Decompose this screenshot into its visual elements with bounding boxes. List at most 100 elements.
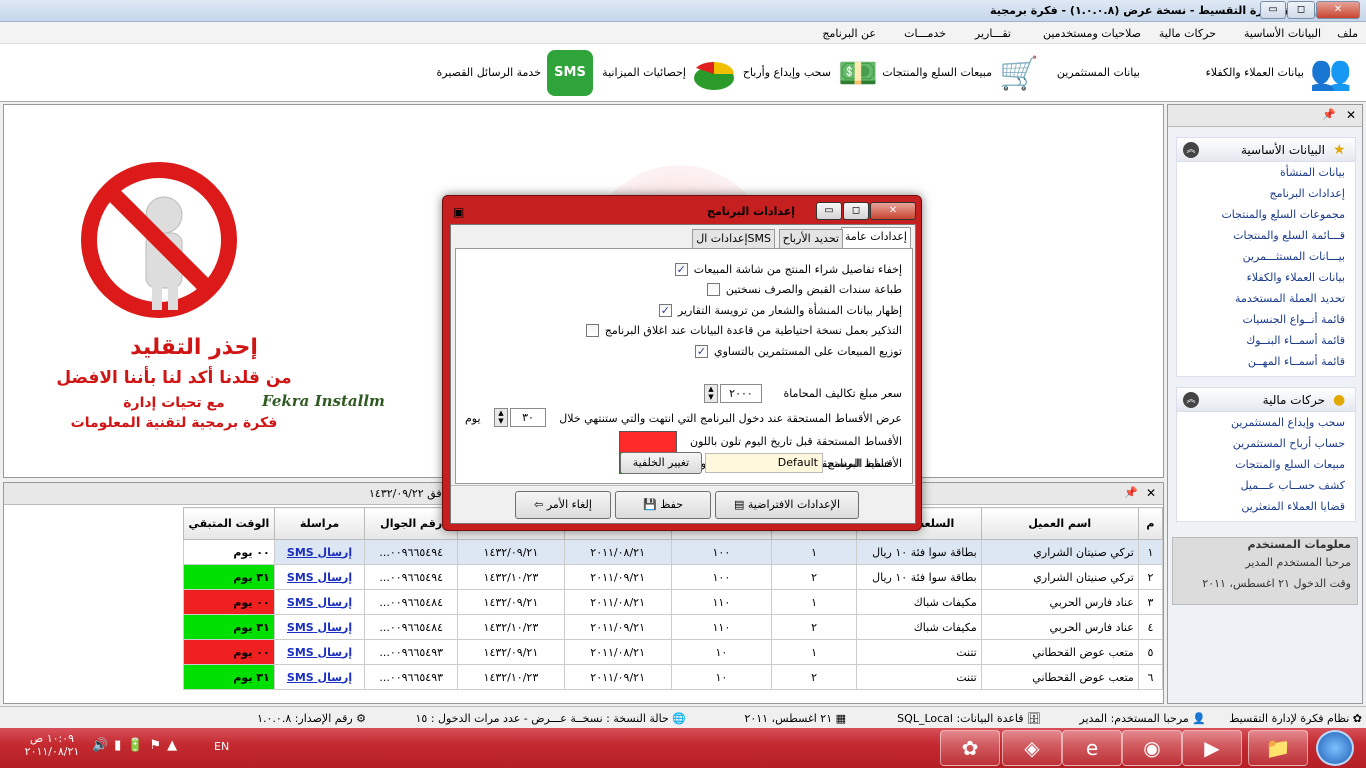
close-icon[interactable]: ✕ [1146, 486, 1156, 500]
menu-services[interactable]: خدمـــات [904, 27, 946, 40]
setting-label: التذكير بعمل نسخة احتياطية من قاعدة البي… [604, 324, 902, 337]
save-button[interactable]: 💾 حفظ [615, 491, 711, 519]
sidebar-basic-item-9[interactable]: قائمة أسمــاء المهــن [1177, 351, 1355, 372]
table-row[interactable]: ١ تركي صنيتان الشراري بطاقة سوا فئة ١٠ ريا… [183, 539, 1164, 565]
toolbar-withdraw-deposit[interactable]: 💵 سحب وإيداع وأرباح [740, 44, 885, 102]
taskbar-ie[interactable]: e [1062, 730, 1122, 766]
sidebar-basic-item-1[interactable]: إعدادات البرنامج [1177, 183, 1355, 204]
group-basic-data-header[interactable]: ★ البيانات الأساسية ︽ [1177, 138, 1355, 162]
taskbar-fekra[interactable]: ✿ [940, 730, 1000, 766]
taskbar-chrome[interactable]: ◉ [1122, 730, 1182, 766]
tab-sms-settings[interactable]: إعدادات الSMS [692, 229, 775, 249]
toolbar-sales[interactable]: 🛒 مبيعات السلع والمنتجات [882, 44, 1048, 102]
group-financial-header[interactable]: ● حركات مالية ︽ [1177, 388, 1355, 412]
due-days-spinner[interactable]: ▲ ▼ [494, 408, 508, 427]
setting-checkbox-row-3[interactable]: التذكير بعمل نسخة احتياطية من قاعدة البي… [585, 321, 902, 341]
warning-line-2: مع تحيات إدارة [123, 395, 225, 411]
language-indicator[interactable]: EN [214, 740, 229, 753]
defaults-button[interactable]: ▤ الإعدادات الافتراضية [715, 491, 859, 519]
column-header-9[interactable]: الوقت المتبقي [183, 507, 275, 540]
sidebar-basic-item-6[interactable]: تحديد العملة المستخدمة [1177, 288, 1355, 309]
taskbar-vs[interactable]: ◈ [1002, 730, 1062, 766]
cell-sms[interactable]: إرسال SMS [273, 589, 366, 615]
menu-permissions[interactable]: صلاحيات ومستخدمين [1043, 27, 1141, 40]
checked-checkbox[interactable]: ✓ [658, 303, 672, 317]
legal-fee-input[interactable]: ٢٠٠٠ [720, 384, 762, 403]
menu-file[interactable]: ملف [1337, 27, 1358, 40]
cell-n: ٦ [1137, 664, 1164, 690]
before-today-color[interactable] [619, 431, 677, 453]
tab-general-settings[interactable]: إعدادات عامة [841, 227, 911, 249]
unchecked-checkbox[interactable] [706, 283, 720, 296]
clock[interactable]: ١٠:٠٩ ص ٢٠١١/٠٨/٢١ [22, 732, 82, 758]
cell-sms[interactable]: إرسال SMS [273, 564, 366, 590]
collapse-icon[interactable]: ︽ [1183, 392, 1199, 408]
cell-name: عناد فارس الحربي [980, 614, 1139, 640]
cell-rem: ٣١ يوم [183, 564, 275, 590]
menu-financial[interactable]: حركات مالية [1159, 27, 1216, 40]
legal-fee-spinner[interactable]: ▲ ▼ [704, 384, 718, 403]
dialog-close-button[interactable]: ✕ [870, 202, 916, 220]
toolbar-customers[interactable]: 👥 بيانات العملاء والكفلاء [1146, 44, 1366, 102]
sidebar-financial-item-2[interactable]: مبيعات السلع والمنتجات [1177, 454, 1355, 475]
change-background-button[interactable]: تغيير الخلفية [620, 452, 702, 474]
sidebar-basic-item-7[interactable]: قائمة أنــواع الجنسيات [1177, 309, 1355, 330]
menu-basic-data[interactable]: البيانات الأساسية [1244, 27, 1321, 40]
taskbar-explorer[interactable]: 📁 [1248, 730, 1308, 766]
toolbar-investors[interactable]: بيانات المستثمرين [1050, 44, 1140, 102]
pin-icon[interactable]: 📌 [1322, 108, 1336, 121]
cell-sms[interactable]: إرسال SMS [273, 664, 366, 690]
tray-icons[interactable]: 🔊▮🔋⚑▲ [92, 738, 183, 753]
taskbar-media[interactable]: ▶ [1182, 730, 1242, 766]
due-days-input[interactable]: ٣٠ [510, 408, 546, 427]
menu-about[interactable]: عن البرنامج [822, 27, 876, 40]
setting-checkbox-row-1[interactable]: طباعة سندات القبض والصرف نسختين [706, 280, 902, 300]
sidebar-basic-item-3[interactable]: قـــائمة السلع والمنتجات [1177, 225, 1355, 246]
background-value[interactable]: Default [705, 453, 823, 473]
cell-sms[interactable]: إرسال SMS [273, 614, 366, 640]
folder-icon: 📁 [1265, 736, 1291, 760]
cell-c1: ٢ [771, 664, 857, 690]
sidebar-basic-item-8[interactable]: قائمة أسمــاء البنــوك [1177, 330, 1355, 351]
toolbar-sms-service[interactable]: SMS خدمة الرسائل القصيرة [437, 44, 595, 102]
dialog-minimize-button[interactable]: ▭ [816, 202, 842, 220]
minimize-button[interactable]: ▭ [1260, 1, 1286, 19]
column-header-0[interactable]: م [1137, 507, 1164, 540]
setting-checkbox-row-0[interactable]: ✓ إخفاء تفاصيل شراء المنتج من شاشة المبيع… [674, 259, 902, 279]
setting-checkbox-row-4[interactable]: ✓ توزيع المبيعات على المستثمرين بالتساوي [694, 341, 902, 361]
start-button[interactable] [1316, 730, 1354, 766]
column-header-1[interactable]: اسم العميل [980, 507, 1139, 540]
table-row[interactable]: ٢ تركي صنيتان الشراري بطاقة سوا فئة ١٠ ريا… [183, 564, 1164, 590]
cell-sms[interactable]: إرسال SMS [273, 539, 366, 565]
table-row[interactable]: ٦ متعب عوض القحطاني تتنت ٢ ١٠ ٢٠١١/٠٩/٢١ ١٤٣٢/… [183, 664, 1164, 690]
menu-reports[interactable]: تقـــارير [975, 27, 1011, 40]
close-button[interactable]: ✕ [1316, 1, 1360, 19]
table-row[interactable]: ٣ عناد فارس الحربي مكيفات شباك ١ ١١٠ ٢٠١١/٠٨/… [183, 589, 1164, 615]
setting-checkbox-row-2[interactable]: ✓ إظهار بيانات المنشأة والشعار من ترويسة … [658, 300, 902, 320]
toolbar-budget-stats[interactable]: إحصائيات الميزانية [598, 44, 738, 102]
column-header-8[interactable]: مراسلة [273, 507, 366, 540]
table-row[interactable]: ٥ متعب عوض القحطاني تتنت ١ ١٠ ٢٠١١/٠٨/٢١ ١٤٣٢/… [183, 639, 1164, 665]
unchecked-checkbox[interactable] [585, 324, 599, 337]
sidebar-basic-item-2[interactable]: مجموعات السلع والمنتجات [1177, 204, 1355, 225]
sidebar-basic-item-5[interactable]: بيانات العملاء والكفلاء [1177, 267, 1355, 288]
group-financial-items: سحب وإيداع المستثمرين حساب أرباح المستثمر… [1177, 412, 1355, 517]
sidebar-financial-item-4[interactable]: قضايا العملاء المتعثرين [1177, 496, 1355, 517]
pin-icon[interactable]: 📌 [1124, 486, 1138, 499]
sidebar-financial-item-3[interactable]: كشف حســاب عـــميل [1177, 475, 1355, 496]
sidebar-basic-item-0[interactable]: بيانات المنشأة [1177, 162, 1355, 183]
tab-profit-settings[interactable]: تحديد الأرباح [778, 229, 843, 249]
close-icon[interactable]: ✕ [1346, 108, 1356, 122]
table-row[interactable]: ٤ عناد فارس الحربي مكيفات شباك ٢ ١١٠ ٢٠١١/٠٩/… [183, 614, 1164, 640]
checked-checkbox[interactable]: ✓ [674, 262, 688, 276]
dialog-maximize-button[interactable]: ◻ [843, 202, 869, 220]
sidebar-basic-item-4[interactable]: بيـــانات المستثـــمرين [1177, 246, 1355, 267]
collapse-icon[interactable]: ︽ [1183, 142, 1199, 158]
sidebar-financial-item-1[interactable]: حساب أرباح المستثمرين [1177, 433, 1355, 454]
cancel-button[interactable]: ⇦ إلغاء الأمر [515, 491, 611, 519]
maximize-button[interactable]: ◻ [1287, 1, 1315, 19]
sidebar-financial-item-0[interactable]: سحب وإيداع المستثمرين [1177, 412, 1355, 433]
cell-sms[interactable]: إرسال SMS [273, 639, 366, 665]
checked-checkbox[interactable]: ✓ [694, 344, 708, 358]
group-basic-data-items: بيانات المنشأة إعدادات البرنامج مجموعات ال… [1177, 162, 1355, 372]
